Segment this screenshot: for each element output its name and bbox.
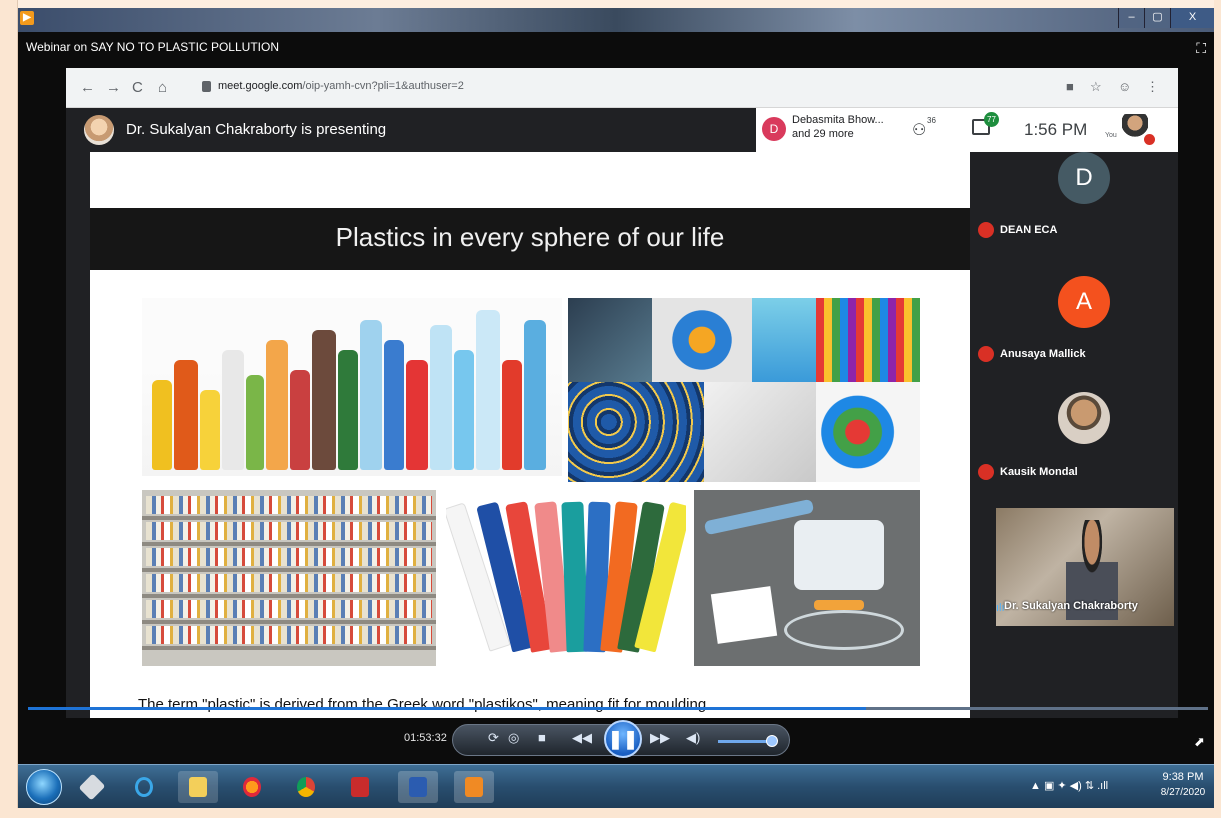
camera-icon[interactable]: ■ [1066, 79, 1074, 94]
tray-date[interactable]: 8/27/2020 [1154, 787, 1212, 798]
participants-panel: D DEAN ECA A Anusaya Mallick Kausik Mond… [970, 152, 1178, 718]
start-button[interactable] [26, 769, 62, 805]
participant-summary-line1: Debasmita Bhow... [792, 114, 884, 126]
media-player-icon[interactable] [454, 771, 494, 803]
people-icon[interactable]: ⚇ [912, 120, 926, 140]
slide-title: Plastics in every sphere of our life [335, 222, 725, 252]
pause-button[interactable]: ❚❚ [604, 720, 642, 758]
participant-avatar: D [762, 117, 786, 141]
url-host: meet.google.com [218, 80, 303, 92]
mic-off-icon [1144, 134, 1155, 145]
presenter-name: Dr. Sukalyan Chakraborty [1004, 600, 1138, 612]
tray-icons[interactable]: ▲ ▣ ✦ ◀) ⇅ .ıll [1030, 779, 1108, 792]
bottles-image [142, 298, 562, 476]
lock-icon [202, 81, 211, 92]
presenting-text: Dr. Sukalyan Chakraborty is presenting [126, 121, 387, 138]
volume-icon[interactable]: ◀) [686, 730, 700, 746]
chrome-icon[interactable] [286, 771, 326, 803]
people-count: 36 [927, 116, 936, 125]
title-bar[interactable]: ▶ – ▢ X [18, 8, 1214, 32]
participant-name-kausik: Kausik Mondal [1000, 466, 1078, 478]
word-icon[interactable] [398, 771, 438, 803]
chat-count-badge: 77 [984, 112, 999, 127]
switch-to-library-icon[interactable]: ⬈ [1194, 734, 1205, 750]
frame-bottom [0, 808, 1221, 818]
extension-icon[interactable]: ☺ [1118, 79, 1131, 94]
pinned-icon[interactable] [72, 771, 112, 803]
frame-right [1214, 0, 1221, 818]
reload-icon[interactable]: C [132, 79, 143, 96]
screen: ▶ – ▢ X Webinar on SAY NO TO PLASTIC POL… [0, 0, 1221, 818]
presenter-avatar [84, 115, 114, 145]
mic-off-icon [978, 346, 994, 362]
fullscreen-icon[interactable]: ⛶ [1196, 40, 1206, 57]
url-path: /oip-yamh-cvn?pli=1&authuser=2 [302, 80, 464, 92]
star-icon[interactable]: ☆ [1090, 79, 1102, 95]
you-label: You [1105, 132, 1117, 139]
rewind-icon[interactable]: ◀◀ [572, 730, 592, 746]
frame-left [0, 0, 18, 818]
app-icon[interactable] [340, 771, 380, 803]
repeat-icon[interactable]: ◎ [508, 730, 519, 746]
participant-name-anusaya: Anusaya Mallick [1000, 348, 1086, 360]
presentation-slide: Plastics in every sphere of our life The… [90, 152, 970, 718]
media-player-app-icon: ▶ [20, 11, 34, 25]
participant-avatar-anusaya: A [1058, 276, 1110, 328]
medical-plastics-image [694, 490, 920, 666]
stop-icon[interactable]: ■ [538, 730, 546, 745]
internet-explorer-icon[interactable] [124, 771, 164, 803]
meet-status-panel: D Debasmita Bhow... and 29 more ⚇ 36 77 … [756, 108, 1178, 152]
seek-progress [28, 707, 866, 710]
participant-summary-line2: and 29 more [792, 128, 854, 140]
participant-avatar-dean: D [1058, 152, 1110, 204]
participant-name-dean: DEAN ECA [1000, 224, 1058, 236]
mic-off-icon [978, 222, 994, 238]
menu-icon[interactable]: ⋮ [1146, 79, 1159, 95]
media-player-window: ▶ – ▢ X Webinar on SAY NO TO PLASTIC POL… [18, 8, 1214, 808]
window-controls: – ▢ X [1118, 8, 1214, 28]
slide-caption: The term "plastic" is derived from the G… [138, 696, 707, 713]
address-bar[interactable]: meet.google.com/oip-yamh-cvn?pli=1&authu… [218, 80, 464, 92]
industrial-plastics-image [568, 298, 920, 482]
browser-toolbar: ← → C ⌂ meet.google.com/oip-yamh-cvn?pli… [66, 68, 1178, 108]
firefox-icon[interactable] [232, 771, 272, 803]
minimize-button[interactable]: – [1118, 8, 1144, 28]
supermarket-shelves-image [142, 490, 436, 666]
forward-icon[interactable]: → [106, 79, 121, 96]
presenter-camera-tile[interactable]: ılı Dr. Sukalyan Chakraborty [996, 508, 1174, 626]
video-area[interactable]: ← → C ⌂ meet.google.com/oip-yamh-cvn?pli… [66, 68, 1178, 718]
player-controls: 01:53:32 ⟳ ◎ ■ ◀◀ ❚❚ ▶▶ ◀) ⬈ [18, 720, 1214, 762]
time-display: 01:53:32 [404, 732, 447, 744]
fast-forward-icon[interactable]: ▶▶ [650, 730, 670, 746]
mic-off-icon [978, 464, 994, 480]
windows-taskbar: ▲ ▣ ✦ ◀) ⇅ .ıll 9:38 PM 8/27/2020 [18, 764, 1214, 808]
plastic-bags-image [446, 492, 686, 668]
file-explorer-icon[interactable] [178, 771, 218, 803]
meet-top-bar: Dr. Sukalyan Chakraborty is presenting D… [66, 108, 1178, 152]
volume-knob[interactable] [766, 735, 778, 747]
maximize-button[interactable]: ▢ [1144, 8, 1170, 28]
participant-summary[interactable]: Debasmita Bhow... and 29 more [792, 113, 892, 141]
seek-bar[interactable] [28, 707, 1208, 710]
tray-time[interactable]: 9:38 PM [1158, 771, 1208, 783]
shuffle-icon[interactable]: ⟳ [488, 730, 499, 746]
participant-photo-kausik [1058, 392, 1110, 444]
close-button[interactable]: X [1170, 8, 1214, 28]
home-icon[interactable]: ⌂ [158, 79, 167, 96]
meet-clock: 1:56 PM [1024, 120, 1088, 139]
back-icon[interactable]: ← [80, 79, 95, 96]
media-title: Webinar on SAY NO TO PLASTIC POLLUTION [26, 40, 279, 54]
